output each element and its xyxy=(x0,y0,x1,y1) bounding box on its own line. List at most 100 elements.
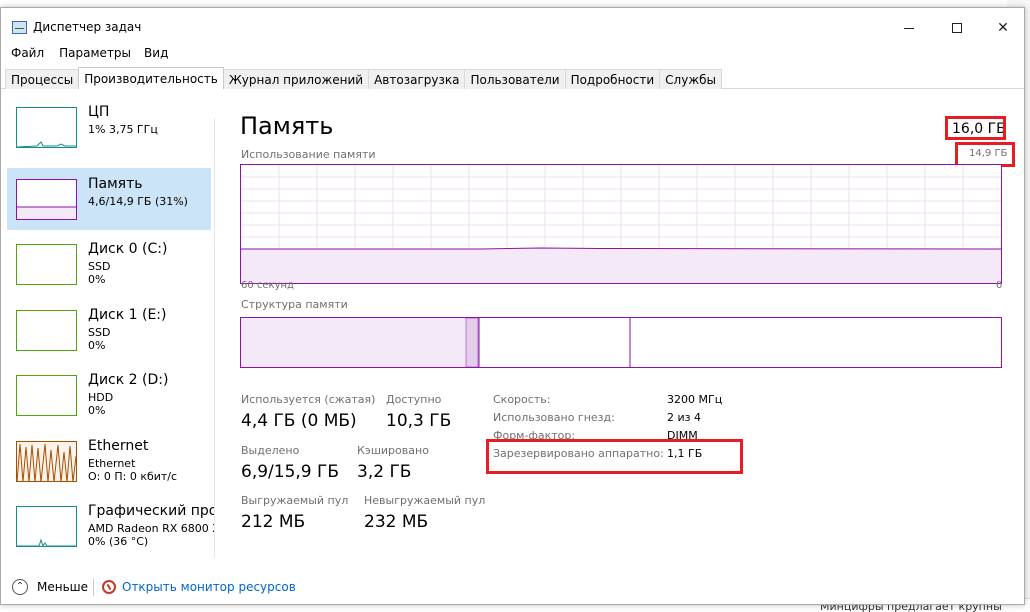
tab-app-history[interactable]: Журнал приложений xyxy=(222,69,370,89)
sidebar-item-value: 0% (36 °C) xyxy=(88,535,149,548)
sidebar-item-subtitle: Ethernet xyxy=(88,457,136,470)
sidebar-item-value: О: 0 П: 0 кбит/с xyxy=(88,470,178,483)
graph-time-start: 60 секунд xyxy=(241,280,294,291)
gpu-mini-chart xyxy=(17,538,76,546)
ethernet-mini-chart xyxy=(17,442,76,481)
disk-2-mini-graph xyxy=(16,375,77,416)
sidebar-divider xyxy=(214,118,215,558)
sidebar-item-disk-1[interactable]: Диск 1 (E:) SSD 0% xyxy=(7,299,211,361)
resource-monitor-icon xyxy=(102,580,116,594)
memory-usage-label: Использование памяти xyxy=(241,148,376,161)
chevron-up-icon[interactable]: ⌃ xyxy=(12,579,28,595)
highlight-hardware-reserved xyxy=(486,439,743,474)
highlight-total-memory xyxy=(945,116,1006,140)
tab-strip: Процессы Производительность Журнал прило… xyxy=(5,67,723,89)
sidebar-item-value: 0% xyxy=(88,273,106,286)
stat-label: Выделено xyxy=(241,444,300,457)
sidebar-item-disk-2[interactable]: Диск 2 (D:) HDD 0% xyxy=(7,364,211,426)
stat-value: 4,4 ГБ (0 МБ) xyxy=(241,411,357,431)
sidebar-item-disk-0[interactable]: Диск 0 (C:) SSD 0% xyxy=(7,233,211,295)
stat-in-use: Используется (сжатая) 4,4 ГБ (0 МБ) xyxy=(241,393,375,431)
maximize-icon xyxy=(952,23,962,33)
stat-label: Невыгружаемый пул xyxy=(364,494,486,507)
fewer-details-button[interactable]: Меньше xyxy=(37,580,88,594)
sidebar-item-title: Ethernet xyxy=(88,438,149,454)
task-manager-window: Диспетчер задач ✕ Файл Параметры Вид Про… xyxy=(0,7,1025,605)
sidebar-item-gpu[interactable]: Графический про AMD Radeon RX 6800 XT 0%… xyxy=(7,495,214,557)
sidebar-item-value: 0% xyxy=(88,339,106,352)
tab-processes[interactable]: Процессы xyxy=(5,69,80,89)
sidebar-item-title: Память xyxy=(88,176,143,192)
sidebar-item-subtitle: 1% 3,75 ГГц xyxy=(88,123,158,136)
resource-sidebar: ЦП 1% 3,75 ГГц Память 4,6/14,9 ГБ (31%) … xyxy=(1,96,214,566)
tab-startup[interactable]: Автозагрузка xyxy=(368,69,466,89)
stat-cached: Кэшировано 3,2 ГБ xyxy=(357,444,429,482)
sidebar-item-subtitle: AMD Radeon RX 6800 XT xyxy=(88,522,214,535)
stat-paged-pool: Выгружаемый пул 212 МБ xyxy=(241,494,348,532)
window-title: Диспетчер задач xyxy=(33,20,142,34)
sidebar-item-title: Графический про xyxy=(88,503,214,519)
stat-label: Выгружаемый пул xyxy=(241,494,349,507)
sidebar-item-title: Диск 0 (C:) xyxy=(88,241,168,257)
sidebar-item-subtitle: 4,6/14,9 ГБ (31%) xyxy=(88,195,188,208)
menu-view[interactable]: Вид xyxy=(144,44,173,64)
stat-value: 212 МБ xyxy=(241,512,306,532)
stat-value: 6,9/15,9 ГБ xyxy=(241,462,340,482)
ethernet-mini-graph xyxy=(16,441,77,482)
stat-available: Доступно 10,3 ГБ xyxy=(386,393,451,431)
sidebar-item-cpu[interactable]: ЦП 1% 3,75 ГГц xyxy=(7,96,211,158)
minimize-button[interactable] xyxy=(887,16,931,40)
sidebar-item-title: ЦП xyxy=(88,104,110,120)
memory-structure-chart xyxy=(241,317,631,368)
bottom-divider xyxy=(93,578,94,596)
minimize-icon xyxy=(904,27,914,29)
sidebar-item-subtitle: SSD xyxy=(88,260,111,273)
tab-users[interactable]: Пользователи xyxy=(464,69,566,89)
cpu-mini-graph xyxy=(16,107,77,148)
stat-value: 232 МБ xyxy=(364,512,429,532)
memory-mini-chart xyxy=(17,206,76,219)
sidebar-item-subtitle: HDD xyxy=(88,391,114,404)
stat-value: 10,3 ГБ xyxy=(386,411,452,431)
maximize-button[interactable] xyxy=(935,16,979,40)
memory-usage-chart xyxy=(241,165,1002,283)
sidebar-item-title: Диск 2 (D:) xyxy=(88,372,169,388)
stat-label: Доступно xyxy=(386,393,442,406)
graph-time-end: 0 xyxy=(996,280,1003,291)
info-key: Использовано гнезд: xyxy=(493,411,615,424)
sidebar-item-value: 0% xyxy=(88,404,106,417)
sidebar-item-ethernet[interactable]: Ethernet Ethernet О: 0 П: 0 кбит/с xyxy=(7,430,211,492)
stat-committed: Выделено 6,9/15,9 ГБ xyxy=(241,444,339,482)
info-key: Скорость: xyxy=(493,393,551,406)
tab-details[interactable]: Подробности xyxy=(564,69,661,89)
memory-mini-graph xyxy=(16,179,77,220)
sidebar-item-subtitle: SSD xyxy=(88,326,111,339)
memory-usage-graph xyxy=(240,164,1002,284)
menu-file[interactable]: Файл xyxy=(1,44,49,64)
menu-bar: Файл Параметры Вид xyxy=(1,44,173,64)
title-bar[interactable]: Диспетчер задач ✕ xyxy=(1,8,1024,42)
close-icon: ✕ xyxy=(997,20,1009,36)
task-manager-icon xyxy=(12,21,27,34)
close-button[interactable]: ✕ xyxy=(981,16,1025,40)
memory-structure-label: Структура памяти xyxy=(241,298,348,311)
info-value: 3200 МГц xyxy=(667,393,723,406)
sidebar-item-title: Диск 1 (E:) xyxy=(88,307,167,323)
open-resource-monitor-link[interactable]: Открыть монитор ресурсов xyxy=(122,580,296,594)
bottom-bar: ⌃ Меньше Открыть монитор ресурсов xyxy=(1,568,1024,606)
stat-value: 3,2 ГБ xyxy=(357,462,412,482)
cpu-mini-chart xyxy=(17,141,76,147)
stat-nonpaged-pool: Невыгружаемый пул 232 МБ xyxy=(364,494,485,532)
disk-0-mini-graph xyxy=(16,244,77,285)
tab-performance[interactable]: Производительность xyxy=(78,67,224,89)
stat-label: Кэшировано xyxy=(357,444,429,457)
tab-services[interactable]: Службы xyxy=(659,69,723,89)
info-value: 2 из 4 xyxy=(667,411,701,424)
menu-options[interactable]: Параметры xyxy=(59,44,136,64)
sidebar-item-memory[interactable]: Память 4,6/14,9 ГБ (31%) xyxy=(7,168,211,230)
page-title: Память xyxy=(240,112,334,140)
disk-1-mini-graph xyxy=(16,310,77,351)
memory-structure-bar xyxy=(240,317,1002,368)
gpu-mini-graph xyxy=(16,506,77,547)
stat-label: Используется (сжатая) xyxy=(241,393,376,406)
